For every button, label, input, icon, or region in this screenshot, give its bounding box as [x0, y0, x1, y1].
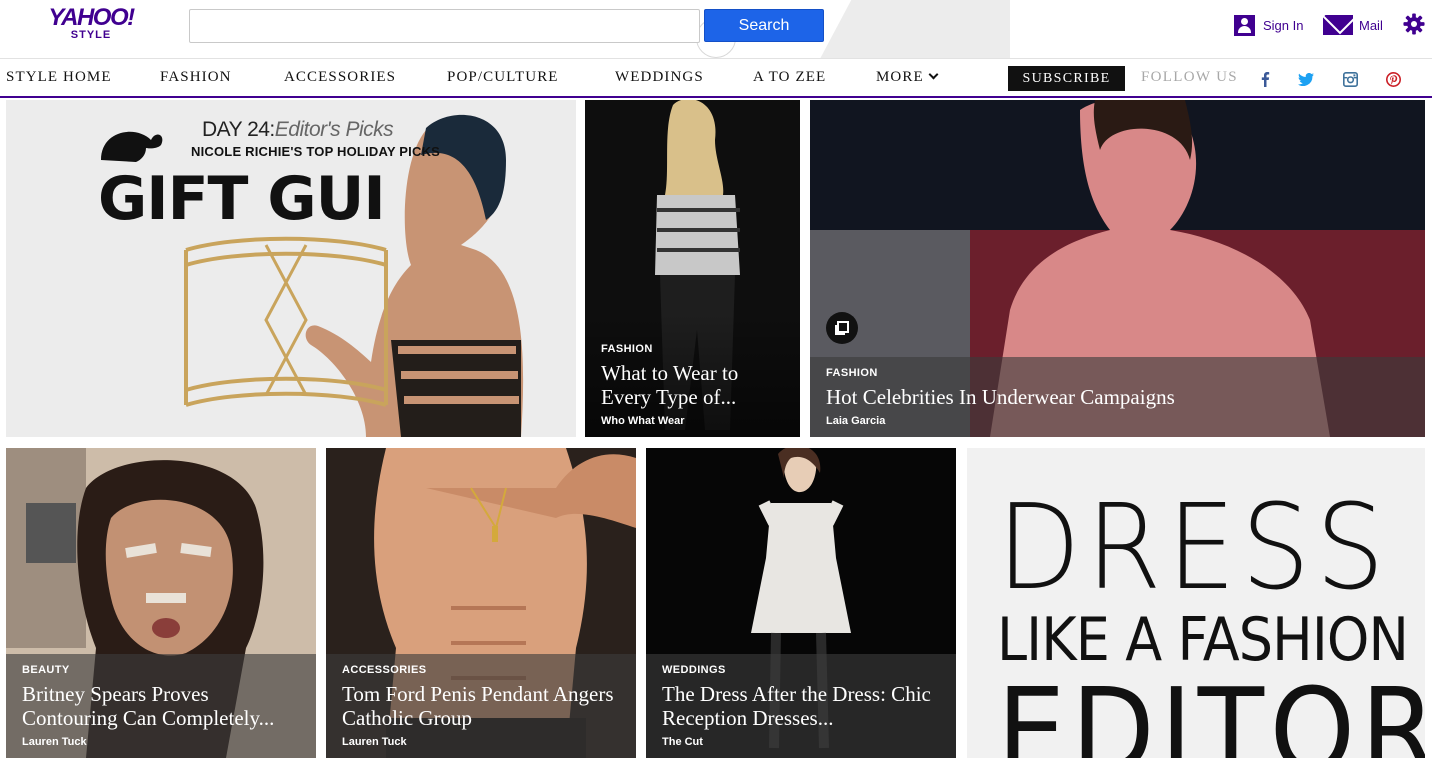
dress-promo-line1: DRESS [997, 478, 1391, 616]
story-category: ACCESSORIES [342, 664, 427, 676]
story-headline[interactable]: Britney Spears Proves Contouring Can Com… [22, 682, 300, 730]
promo-day-label: DAY 24:Editor's Picks [202, 118, 394, 141]
gear-icon[interactable] [1403, 13, 1425, 35]
story-overlay: WEDDINGS The Dress After the Dress: Chic… [646, 654, 956, 758]
promo-gift-guide-text: GIFT GUI [98, 164, 386, 234]
facebook-icon[interactable] [1257, 71, 1273, 87]
dress-promo-text: DRESS LIKE A FASHION EDITOR [997, 488, 1425, 758]
yahoo-style-logo[interactable]: YAHOO! STYLE [40, 6, 142, 41]
nav-more-label: MORE [876, 69, 924, 85]
story-tile[interactable]: WEDDINGS The Dress After the Dress: Chic… [646, 448, 956, 758]
story-category: WEDDINGS [662, 664, 726, 676]
story-overlay: FASHION Hot Celebrities In Underwear Cam… [810, 357, 1425, 437]
gallery-icon [826, 312, 858, 344]
nav-style-home[interactable]: STYLE HOME [6, 69, 112, 86]
story-headline[interactable]: Hot Celebrities In Underwear Campaigns [826, 385, 1409, 409]
main-nav: STYLE HOME FASHION ACCESSORIES POP/CULTU… [0, 58, 1432, 98]
mail-icon [1323, 15, 1353, 35]
story-author: Who What Wear [601, 415, 685, 427]
story-headline[interactable]: Tom Ford Penis Pendant Angers Catholic G… [342, 682, 620, 730]
promo-subtitle: NICOLE RICHIE'S TOP HOLIDAY PICKS [191, 144, 441, 159]
story-category: BEAUTY [22, 664, 70, 676]
dress-promo-line2: LIKE A FASHION [997, 605, 1409, 675]
sign-in-label: Sign In [1263, 17, 1304, 33]
search-button[interactable]: Search [704, 9, 824, 42]
story-tile[interactable]: FASHION What to Wear to Every Type of...… [585, 100, 800, 437]
nav-pop-culture[interactable]: POP/CULTURE [447, 69, 559, 86]
sign-in-link[interactable]: Sign In [1234, 14, 1303, 36]
story-tile[interactable]: BEAUTY Britney Spears Proves Contouring … [6, 448, 316, 758]
story-category: FASHION [826, 367, 878, 379]
story-author: The Cut [662, 736, 703, 748]
story-overlay: BEAUTY Britney Spears Proves Contouring … [6, 654, 316, 758]
chevron-down-icon [928, 69, 939, 80]
dress-promo-line3: EDITOR [997, 662, 1425, 758]
story-headline[interactable]: What to Wear to Every Type of... [601, 361, 784, 409]
search-input[interactable] [189, 9, 700, 43]
logo-sub: STYLE [70, 29, 112, 41]
story-tile[interactable]: FASHION Hot Celebrities In Underwear Cam… [810, 100, 1425, 437]
story-overlay: ACCESSORIES Tom Ford Penis Pendant Anger… [326, 654, 636, 758]
story-category: FASHION [601, 343, 653, 355]
nav-more[interactable]: MORE [876, 69, 939, 86]
subscribe-button[interactable]: SUBSCRIBE [1008, 66, 1125, 91]
top-bar: YAHOO! STYLE Search Sign In Mail [0, 0, 1432, 58]
story-headline[interactable]: The Dress After the Dress: Chic Receptio… [662, 682, 940, 730]
user-icon [1234, 14, 1255, 36]
mail-label: Mail [1359, 17, 1383, 33]
mail-link[interactable]: Mail [1323, 14, 1383, 36]
story-author: Lauren Tuck [22, 736, 87, 748]
gift-guide-promo-tile[interactable]: DAY 24:Editor's Picks NICOLE RICHIE'S TO… [6, 100, 576, 437]
follow-us-label: FOLLOW US [1141, 69, 1238, 85]
nav-a-to-zee[interactable]: A TO ZEE [753, 69, 826, 86]
twitter-icon[interactable] [1298, 71, 1314, 87]
instagram-icon[interactable] [1342, 71, 1358, 87]
pinterest-icon[interactable] [1385, 71, 1401, 87]
story-author: Laia Garcia [826, 415, 886, 427]
dress-promo-tile[interactable]: DRESS LIKE A FASHION EDITOR [967, 448, 1425, 758]
nav-fashion[interactable]: FASHION [160, 69, 232, 86]
logo-brand: YAHOO! [48, 4, 135, 31]
nav-accessories[interactable]: ACCESSORIES [284, 69, 396, 86]
story-overlay: FASHION What to Wear to Every Type of...… [585, 313, 800, 437]
story-author: Lauren Tuck [342, 736, 407, 748]
nav-weddings[interactable]: WEDDINGS [615, 69, 704, 86]
story-tile[interactable]: ACCESSORIES Tom Ford Penis Pendant Anger… [326, 448, 636, 758]
